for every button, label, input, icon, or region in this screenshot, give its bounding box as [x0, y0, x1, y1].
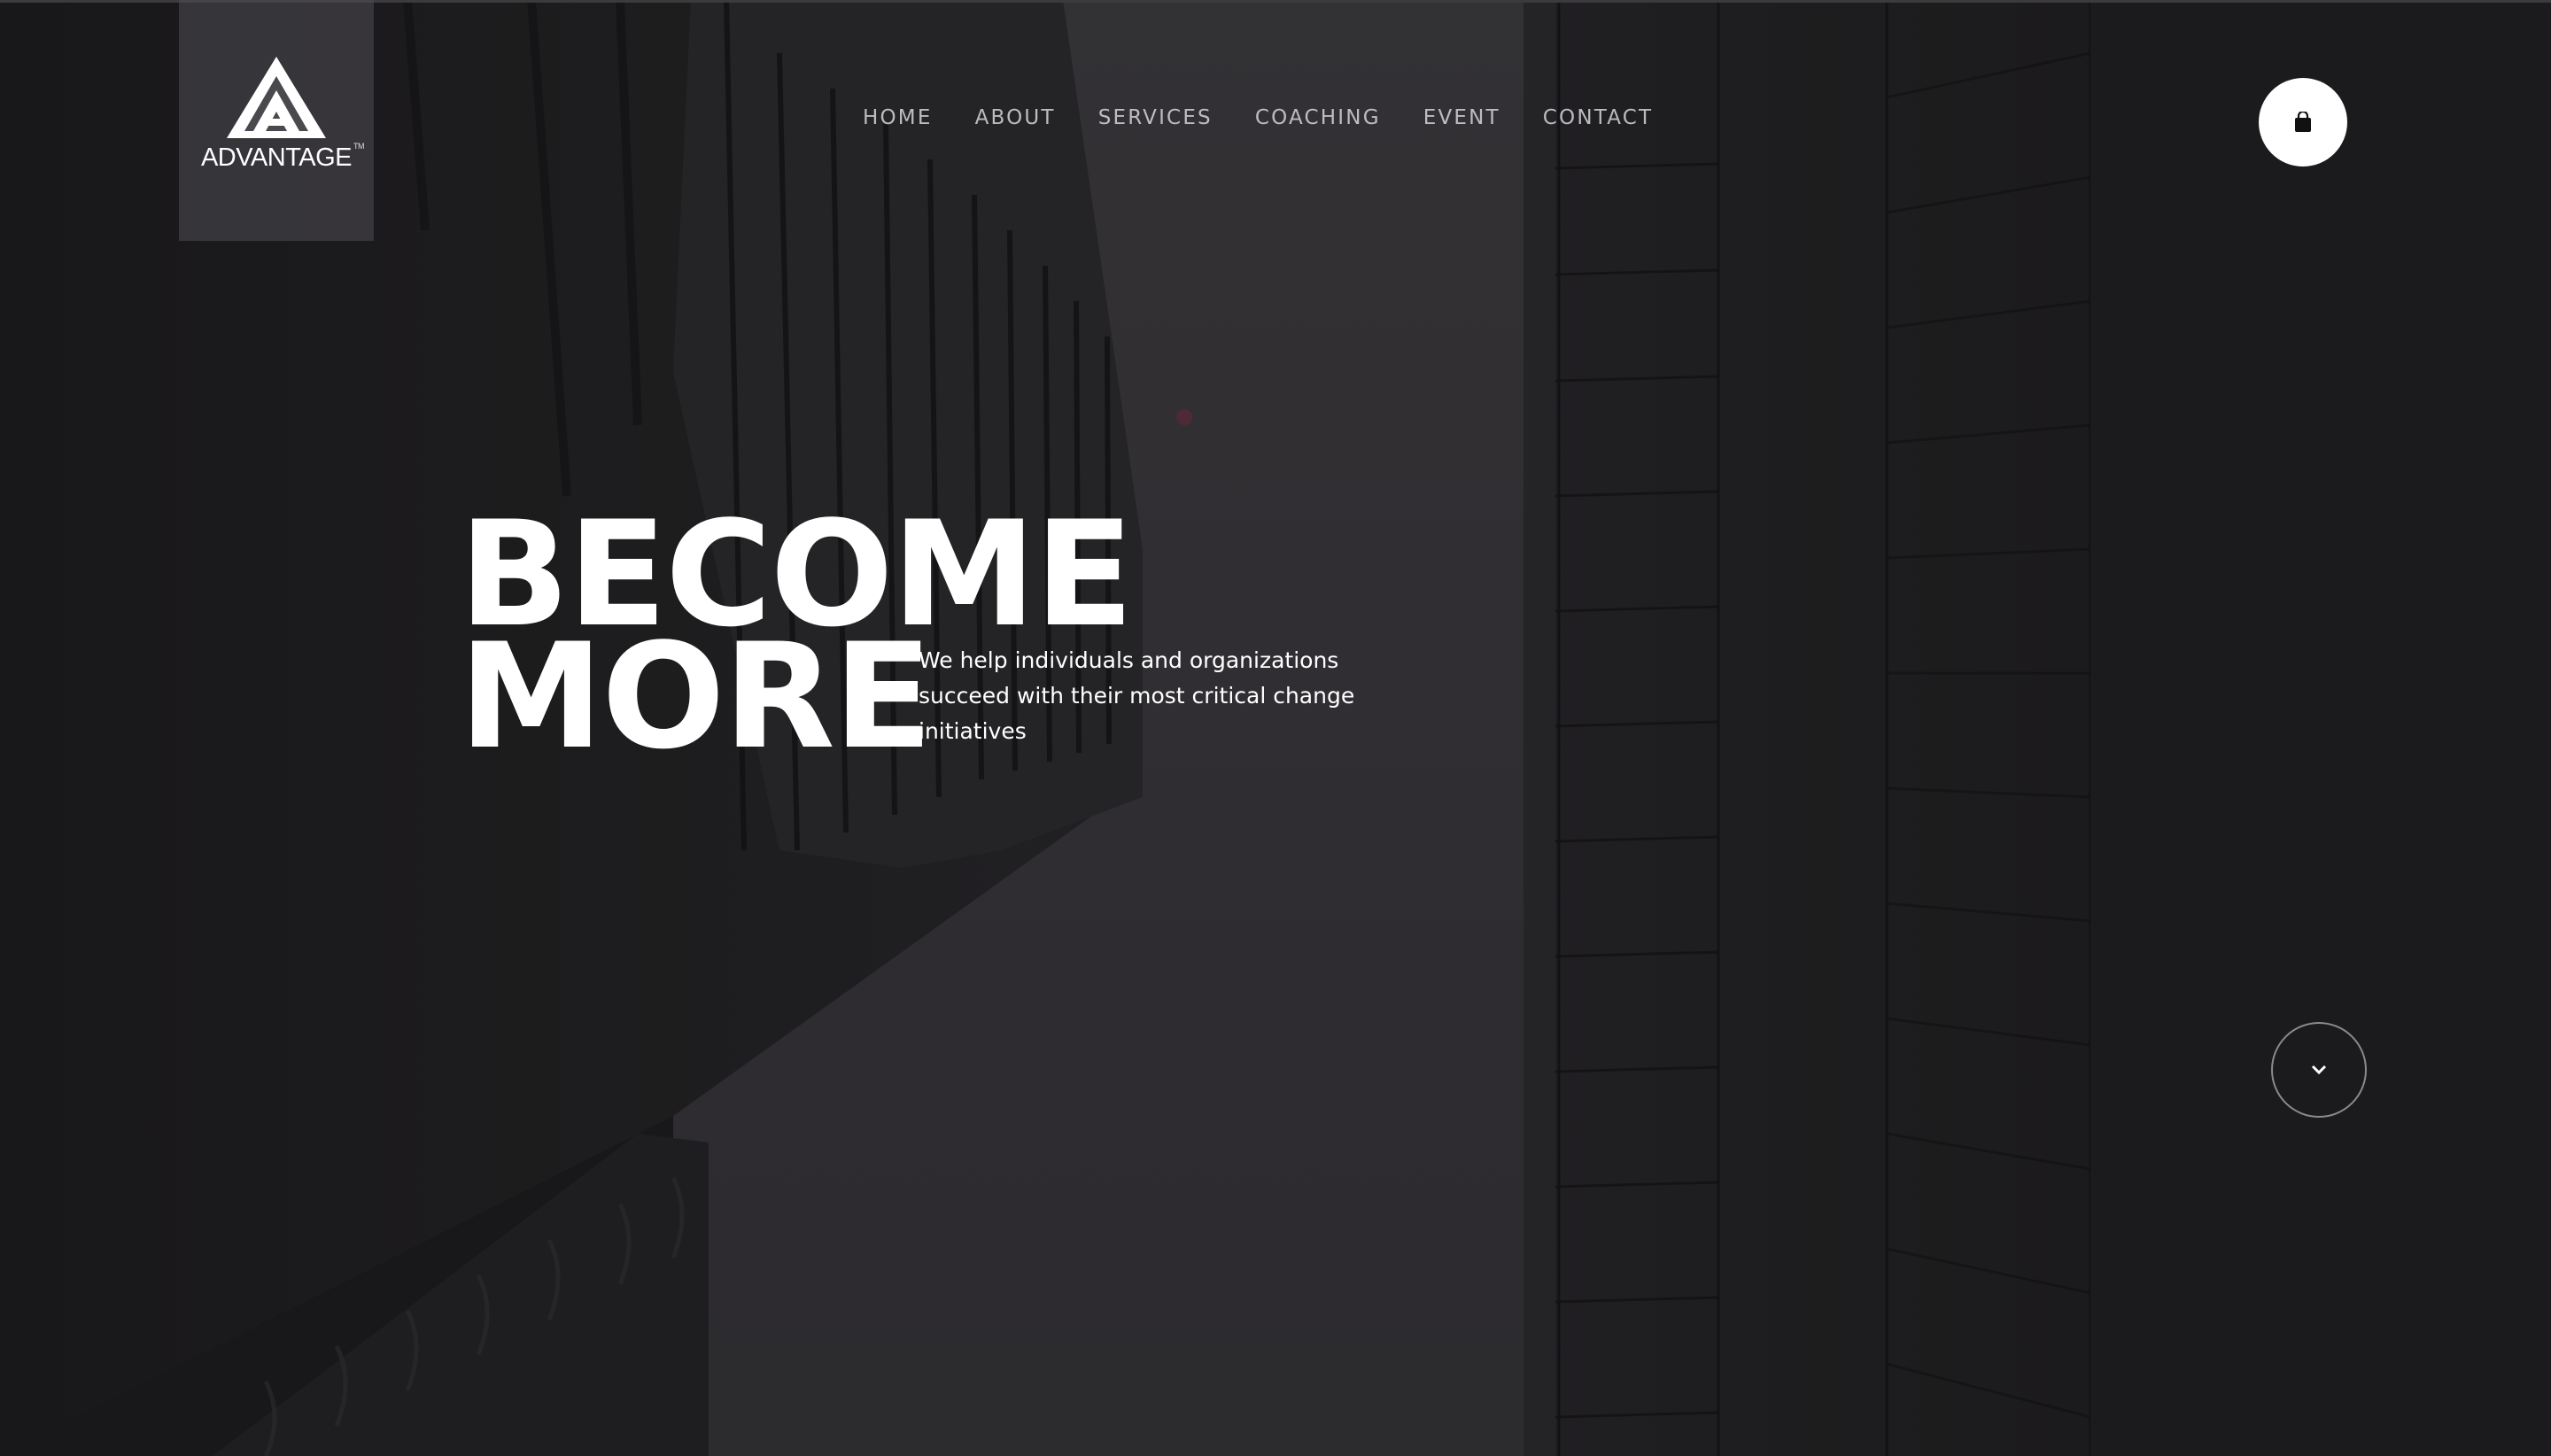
nav-item-home[interactable]: HOME — [863, 106, 933, 129]
scroll-down-button[interactable] — [2271, 1022, 2367, 1118]
chevron-down-icon — [2311, 1065, 2327, 1075]
triangle-a-icon — [227, 57, 326, 138]
main-nav: HOME ABOUT SERVICES COACHING EVENT CONTA… — [863, 106, 1653, 129]
page: ADVANTAGE TM HOME ABOUT SERVICES COACHIN… — [0, 0, 2551, 1456]
nav-item-event[interactable]: EVENT — [1423, 106, 1500, 129]
nav-item-coaching[interactable]: COACHING — [1255, 106, 1381, 129]
cart-button[interactable] — [2259, 78, 2347, 167]
decorative-dot — [1176, 409, 1192, 425]
hero-subtitle: We help individuals and organizations su… — [919, 647, 1355, 744]
nav-item-about[interactable]: ABOUT — [975, 106, 1056, 129]
top-border — [0, 0, 2551, 3]
logo-wordmark: ADVANTAGE TM — [200, 142, 365, 173]
brand-name: ADVANTAGE — [200, 143, 353, 172]
logo[interactable]: ADVANTAGE TM — [179, 0, 374, 241]
nav-item-contact[interactable]: CONTACT — [1543, 106, 1653, 129]
trademark-symbol: TM — [353, 142, 365, 151]
nav-item-services[interactable]: SERVICES — [1098, 106, 1213, 129]
shopping-bag-icon — [2295, 112, 2311, 132]
